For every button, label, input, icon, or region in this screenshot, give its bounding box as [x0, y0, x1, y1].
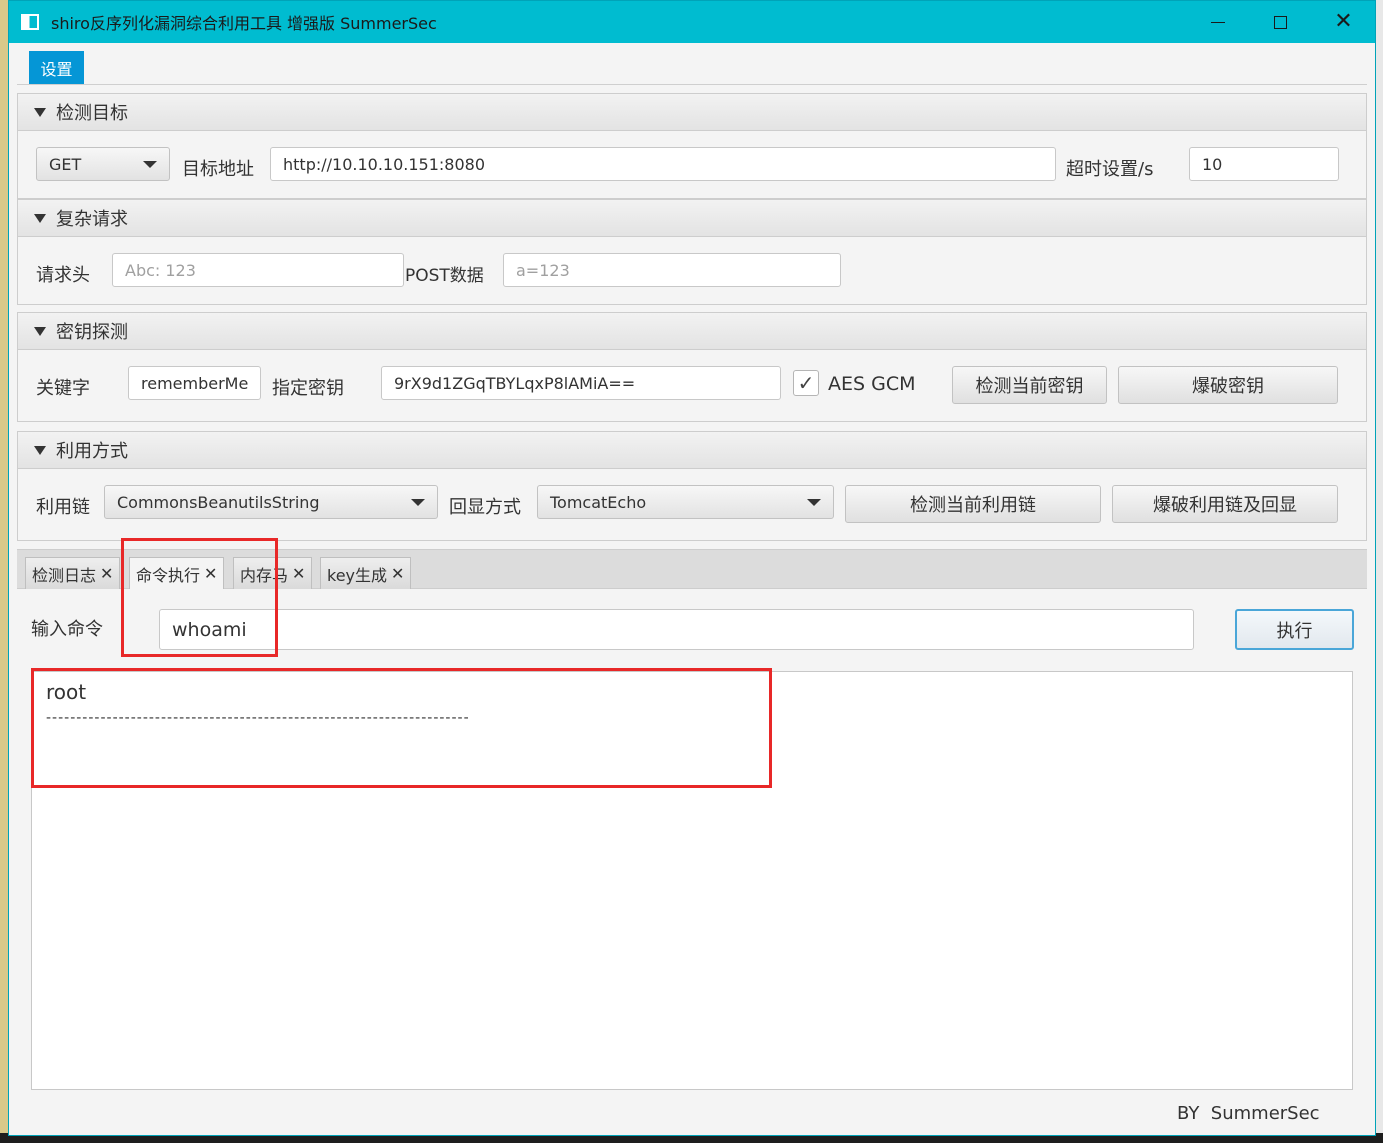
app-window: shiro反序列化漏洞综合利用工具 增强版 SummerSec ✕ 设置 检测目…	[8, 0, 1376, 1136]
section-title-key: 密钥探测	[56, 322, 128, 343]
aes-gcm-label: AES GCM	[828, 373, 916, 395]
method-value: GET	[49, 154, 82, 174]
chevron-down-icon	[411, 499, 425, 506]
section-header-target[interactable]: 检测目标	[17, 93, 1367, 131]
echo-value: TomcatEcho	[550, 492, 647, 512]
section-title-target: 检测目标	[56, 103, 128, 124]
section-header-complex[interactable]: 复杂请求	[17, 199, 1367, 237]
collapse-caret-icon	[34, 107, 46, 117]
checkmark-icon: ✓	[797, 371, 815, 395]
footer-credit: BY SummerSec	[1177, 1103, 1320, 1124]
window-title: shiro反序列化漏洞综合利用工具 增强版 SummerSec	[51, 14, 437, 33]
timeout-input[interactable]: 10	[1189, 147, 1339, 181]
aes-gcm-checkbox[interactable]: ✓	[793, 370, 819, 396]
specify-key-input[interactable]: 9rX9d1ZGqTBYLqxP8lAMiA==	[381, 366, 781, 400]
tab-log[interactable]: 检测日志 ✕	[25, 557, 121, 589]
chain-label: 利用链	[36, 497, 90, 518]
close-tab-icon[interactable]: ✕	[100, 564, 113, 583]
minimize-icon	[1210, 21, 1225, 23]
keyword-label: 关键字	[36, 378, 90, 399]
timeout-label: 超时设置/s	[1066, 159, 1154, 180]
highlight-box-command-tab	[121, 538, 278, 657]
section-header-exploit[interactable]: 利用方式	[17, 431, 1367, 469]
collapse-caret-icon	[34, 213, 46, 223]
collapse-caret-icon	[34, 445, 46, 455]
keyword-input[interactable]: rememberMe	[128, 366, 261, 400]
post-label: POST数据	[405, 266, 484, 286]
section-body-exploit: 利用链 CommonsBeanutilsString 回显方式 TomcatEc…	[17, 469, 1367, 541]
close-icon: ✕	[1334, 9, 1353, 34]
maximize-button[interactable]	[1249, 1, 1312, 43]
section-body-target: GET 目标地址 http://10.10.10.151:8080 超时设置/s…	[17, 131, 1367, 199]
menu-settings[interactable]: 设置	[29, 51, 84, 84]
method-select[interactable]: GET	[36, 147, 170, 181]
chain-select[interactable]: CommonsBeanutilsString	[104, 485, 438, 519]
section-body-complex: 请求头 Abc: 123 POST数据 a=123	[17, 237, 1367, 305]
window-controls: ✕	[1186, 1, 1375, 43]
section-body-key: 关键字 rememberMe 指定密钥 9rX9d1ZGqTBYLqxP8lAM…	[17, 350, 1367, 422]
collapse-caret-icon	[34, 326, 46, 336]
section-title-complex: 复杂请求	[56, 209, 128, 230]
chevron-down-icon	[807, 499, 821, 506]
menu-bar: 设置	[17, 49, 1367, 85]
close-button[interactable]: ✕	[1312, 1, 1375, 43]
brute-chain-button[interactable]: 爆破利用链及回显	[1112, 485, 1338, 523]
maximize-icon	[1274, 15, 1287, 29]
minimize-button[interactable]	[1186, 1, 1249, 43]
tab-label: 检测日志	[32, 565, 97, 585]
section-title-exploit: 利用方式	[56, 441, 128, 462]
header-label: 请求头	[36, 265, 90, 286]
command-label: 输入命令	[31, 619, 103, 640]
detect-key-button[interactable]: 检测当前密钥	[952, 366, 1107, 404]
close-tab-icon[interactable]: ✕	[292, 564, 305, 583]
url-label: 目标地址	[182, 159, 254, 180]
chevron-down-icon	[143, 161, 157, 168]
tab-label: key生成	[327, 565, 388, 585]
url-input[interactable]: http://10.10.10.151:8080	[270, 147, 1056, 181]
app-icon	[21, 14, 39, 30]
echo-select[interactable]: TomcatEcho	[537, 485, 834, 519]
highlight-box-output	[31, 668, 772, 788]
post-input[interactable]: a=123	[503, 253, 841, 287]
chain-value: CommonsBeanutilsString	[117, 492, 320, 512]
echo-label: 回显方式	[449, 497, 521, 518]
header-input[interactable]: Abc: 123	[112, 253, 404, 287]
execute-button[interactable]: 执行	[1235, 609, 1354, 650]
specify-key-label: 指定密钥	[272, 378, 344, 399]
command-input[interactable]: whoami	[159, 609, 1194, 650]
brute-key-button[interactable]: 爆破密钥	[1118, 366, 1338, 404]
title-bar[interactable]: shiro反序列化漏洞综合利用工具 增强版 SummerSec ✕	[9, 1, 1375, 43]
close-tab-icon[interactable]: ✕	[391, 564, 404, 583]
detect-chain-button[interactable]: 检测当前利用链	[845, 485, 1101, 523]
section-header-key[interactable]: 密钥探测	[17, 312, 1367, 350]
tab-keygen[interactable]: key生成 ✕	[320, 557, 412, 589]
